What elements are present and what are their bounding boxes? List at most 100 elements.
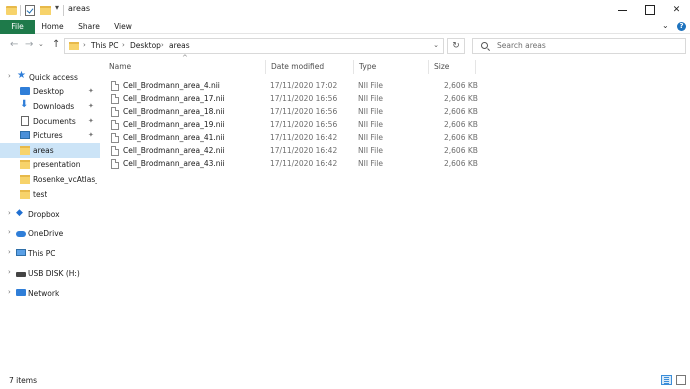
search-input[interactable]: Search areas [472,38,686,54]
chevron-right-icon[interactable]: › [8,72,11,80]
chevron-right-icon[interactable]: › [8,268,11,276]
sidebar-item-pictures[interactable]: Pictures ✦ [0,128,100,143]
sidebar-item-label: This PC [28,249,56,258]
chevron-down-icon[interactable]: ⌄ [433,41,439,49]
sidebar-item-test[interactable]: test [0,187,100,202]
file-icon [111,107,119,117]
file-date: 17/11/2020 16:42 [270,146,338,155]
pin-icon[interactable]: ✦ [88,102,94,110]
table-row[interactable]: Cell_Brodmann_area_4.nii 17/11/2020 17:0… [104,80,484,93]
details-view-icon[interactable] [661,375,672,385]
close-button[interactable]: ✕ [663,0,690,20]
maximize-button[interactable] [636,0,663,20]
sidebar-item-label: Network [28,289,60,298]
chevron-right-icon[interactable]: › [122,41,125,49]
help-icon[interactable]: ? [677,22,686,31]
tab-file[interactable]: File [0,20,35,34]
file-icon [111,133,119,143]
table-row[interactable]: Cell_Brodmann_area_42.nii 17/11/2020 16:… [104,145,484,158]
table-row[interactable]: Cell_Brodmann_area_41.nii 17/11/2020 16:… [104,132,484,145]
pin-icon[interactable]: ✦ [88,117,94,125]
table-row[interactable]: Cell_Brodmann_area_17.nii 17/11/2020 16:… [104,93,484,106]
sidebar-item-label: Rosenke_vcAtlas_BV [33,175,97,184]
sidebar-item-label: test [33,190,48,199]
table-row[interactable]: Cell_Brodmann_area_19.nii 17/11/2020 16:… [104,119,484,132]
large-icons-view-icon[interactable] [676,375,686,385]
window-title: areas [68,4,91,13]
address-bar[interactable]: › This PC › Desktop › areas ⌄ [64,38,444,54]
sidebar-item-label: Desktop [33,87,64,96]
chevron-right-icon[interactable]: › [161,41,164,49]
file-icon [111,81,119,91]
tab-share[interactable]: Share [75,20,103,34]
tab-home[interactable]: Home [40,20,65,34]
chevron-right-icon[interactable]: › [8,209,11,217]
cloud-icon [16,231,26,237]
desktop-icon [20,87,30,95]
chevron-right-icon[interactable]: › [8,228,11,236]
forward-arrow-icon[interactable]: → [25,39,33,50]
divider [63,5,64,16]
properties-icon[interactable] [25,5,35,16]
breadcrumb-areas[interactable]: areas [169,41,190,50]
refresh-button[interactable]: ↻ [447,38,465,54]
sidebar-item-label: areas [33,146,54,155]
sidebar-item-rosenke-vcatlas[interactable]: Rosenke_vcAtlas_BV [0,172,100,187]
sidebar-item-dropbox[interactable]: › ◆ Dropbox [0,207,100,222]
file-type: NII File [358,159,383,168]
sidebar-item-areas[interactable]: areas [0,143,100,158]
chevron-right-icon[interactable]: › [8,248,11,256]
column-header-size[interactable]: Size [429,60,476,74]
computer-icon [16,249,26,256]
pin-icon[interactable]: ✦ [88,87,94,95]
sidebar-item-label: Pictures [33,131,63,140]
column-header-name[interactable]: ^ Name [104,54,266,74]
star-icon: ★ [17,70,26,81]
table-row[interactable]: Cell_Brodmann_area_18.nii 17/11/2020 16:… [104,106,484,119]
customize-toolbar-icon[interactable]: ▾ [55,3,59,12]
chevron-right-icon[interactable]: › [8,288,11,296]
search-placeholder: Search areas [497,41,546,50]
file-date: 17/11/2020 16:42 [270,133,338,142]
recent-locations-icon[interactable]: ⌄ [38,40,44,48]
network-icon [16,289,26,296]
back-arrow-icon[interactable]: ← [10,39,18,50]
pin-icon[interactable]: ✦ [88,131,94,139]
breadcrumb-this-pc[interactable]: This PC [91,41,118,50]
column-header-label: Size [434,62,450,71]
file-name: Cell_Brodmann_area_4.nii [123,81,220,90]
file-date: 17/11/2020 17:02 [270,81,338,90]
sidebar-item-label: Dropbox [28,210,60,219]
sidebar-item-downloads[interactable]: ⬇ Downloads ✦ [0,99,100,114]
dropbox-icon: ◆ [16,208,23,218]
file-type: NII File [358,107,383,116]
sidebar-item-desktop[interactable]: Desktop ✦ [0,84,100,99]
up-arrow-icon[interactable]: ↑ [52,39,60,50]
table-row[interactable]: Cell_Brodmann_area_43.nii 17/11/2020 16:… [104,158,484,171]
sidebar-item-documents[interactable]: Documents ✦ [0,114,100,129]
sidebar-item-label: Documents [33,117,76,126]
expand-ribbon-icon[interactable]: ⌄ [662,21,669,30]
chevron-right-icon[interactable]: › [83,41,86,49]
column-header-type[interactable]: Type [354,60,429,74]
tab-view[interactable]: View [112,20,134,34]
sidebar-item-quick-access[interactable]: › ★ Quick access [0,70,100,85]
navigation-pane: › ★ Quick access Desktop ✦ ⬇ Downloads ✦… [0,60,100,370]
column-header-label: Type [359,62,377,71]
column-header-date[interactable]: Date modified [266,60,354,74]
divider [20,5,21,16]
file-list: ^ Name Date modified Type Size Cell_Brod… [104,54,690,370]
minimize-button[interactable] [609,0,636,20]
sidebar-item-onedrive[interactable]: › OneDrive [0,226,100,241]
sidebar-item-presentation[interactable]: presentation [0,157,100,172]
sidebar-item-this-pc[interactable]: › This PC [0,246,100,261]
sidebar-item-network[interactable]: › Network [0,286,100,301]
new-folder-icon[interactable] [40,6,51,15]
breadcrumb-desktop[interactable]: Desktop [130,41,161,50]
sidebar-item-usb-disk[interactable]: › USB DISK (H:) [0,266,100,281]
file-icon [111,120,119,130]
column-divider[interactable] [475,60,476,74]
file-date: 17/11/2020 16:56 [270,120,338,129]
file-icon [111,159,119,169]
file-type: NII File [358,94,383,103]
